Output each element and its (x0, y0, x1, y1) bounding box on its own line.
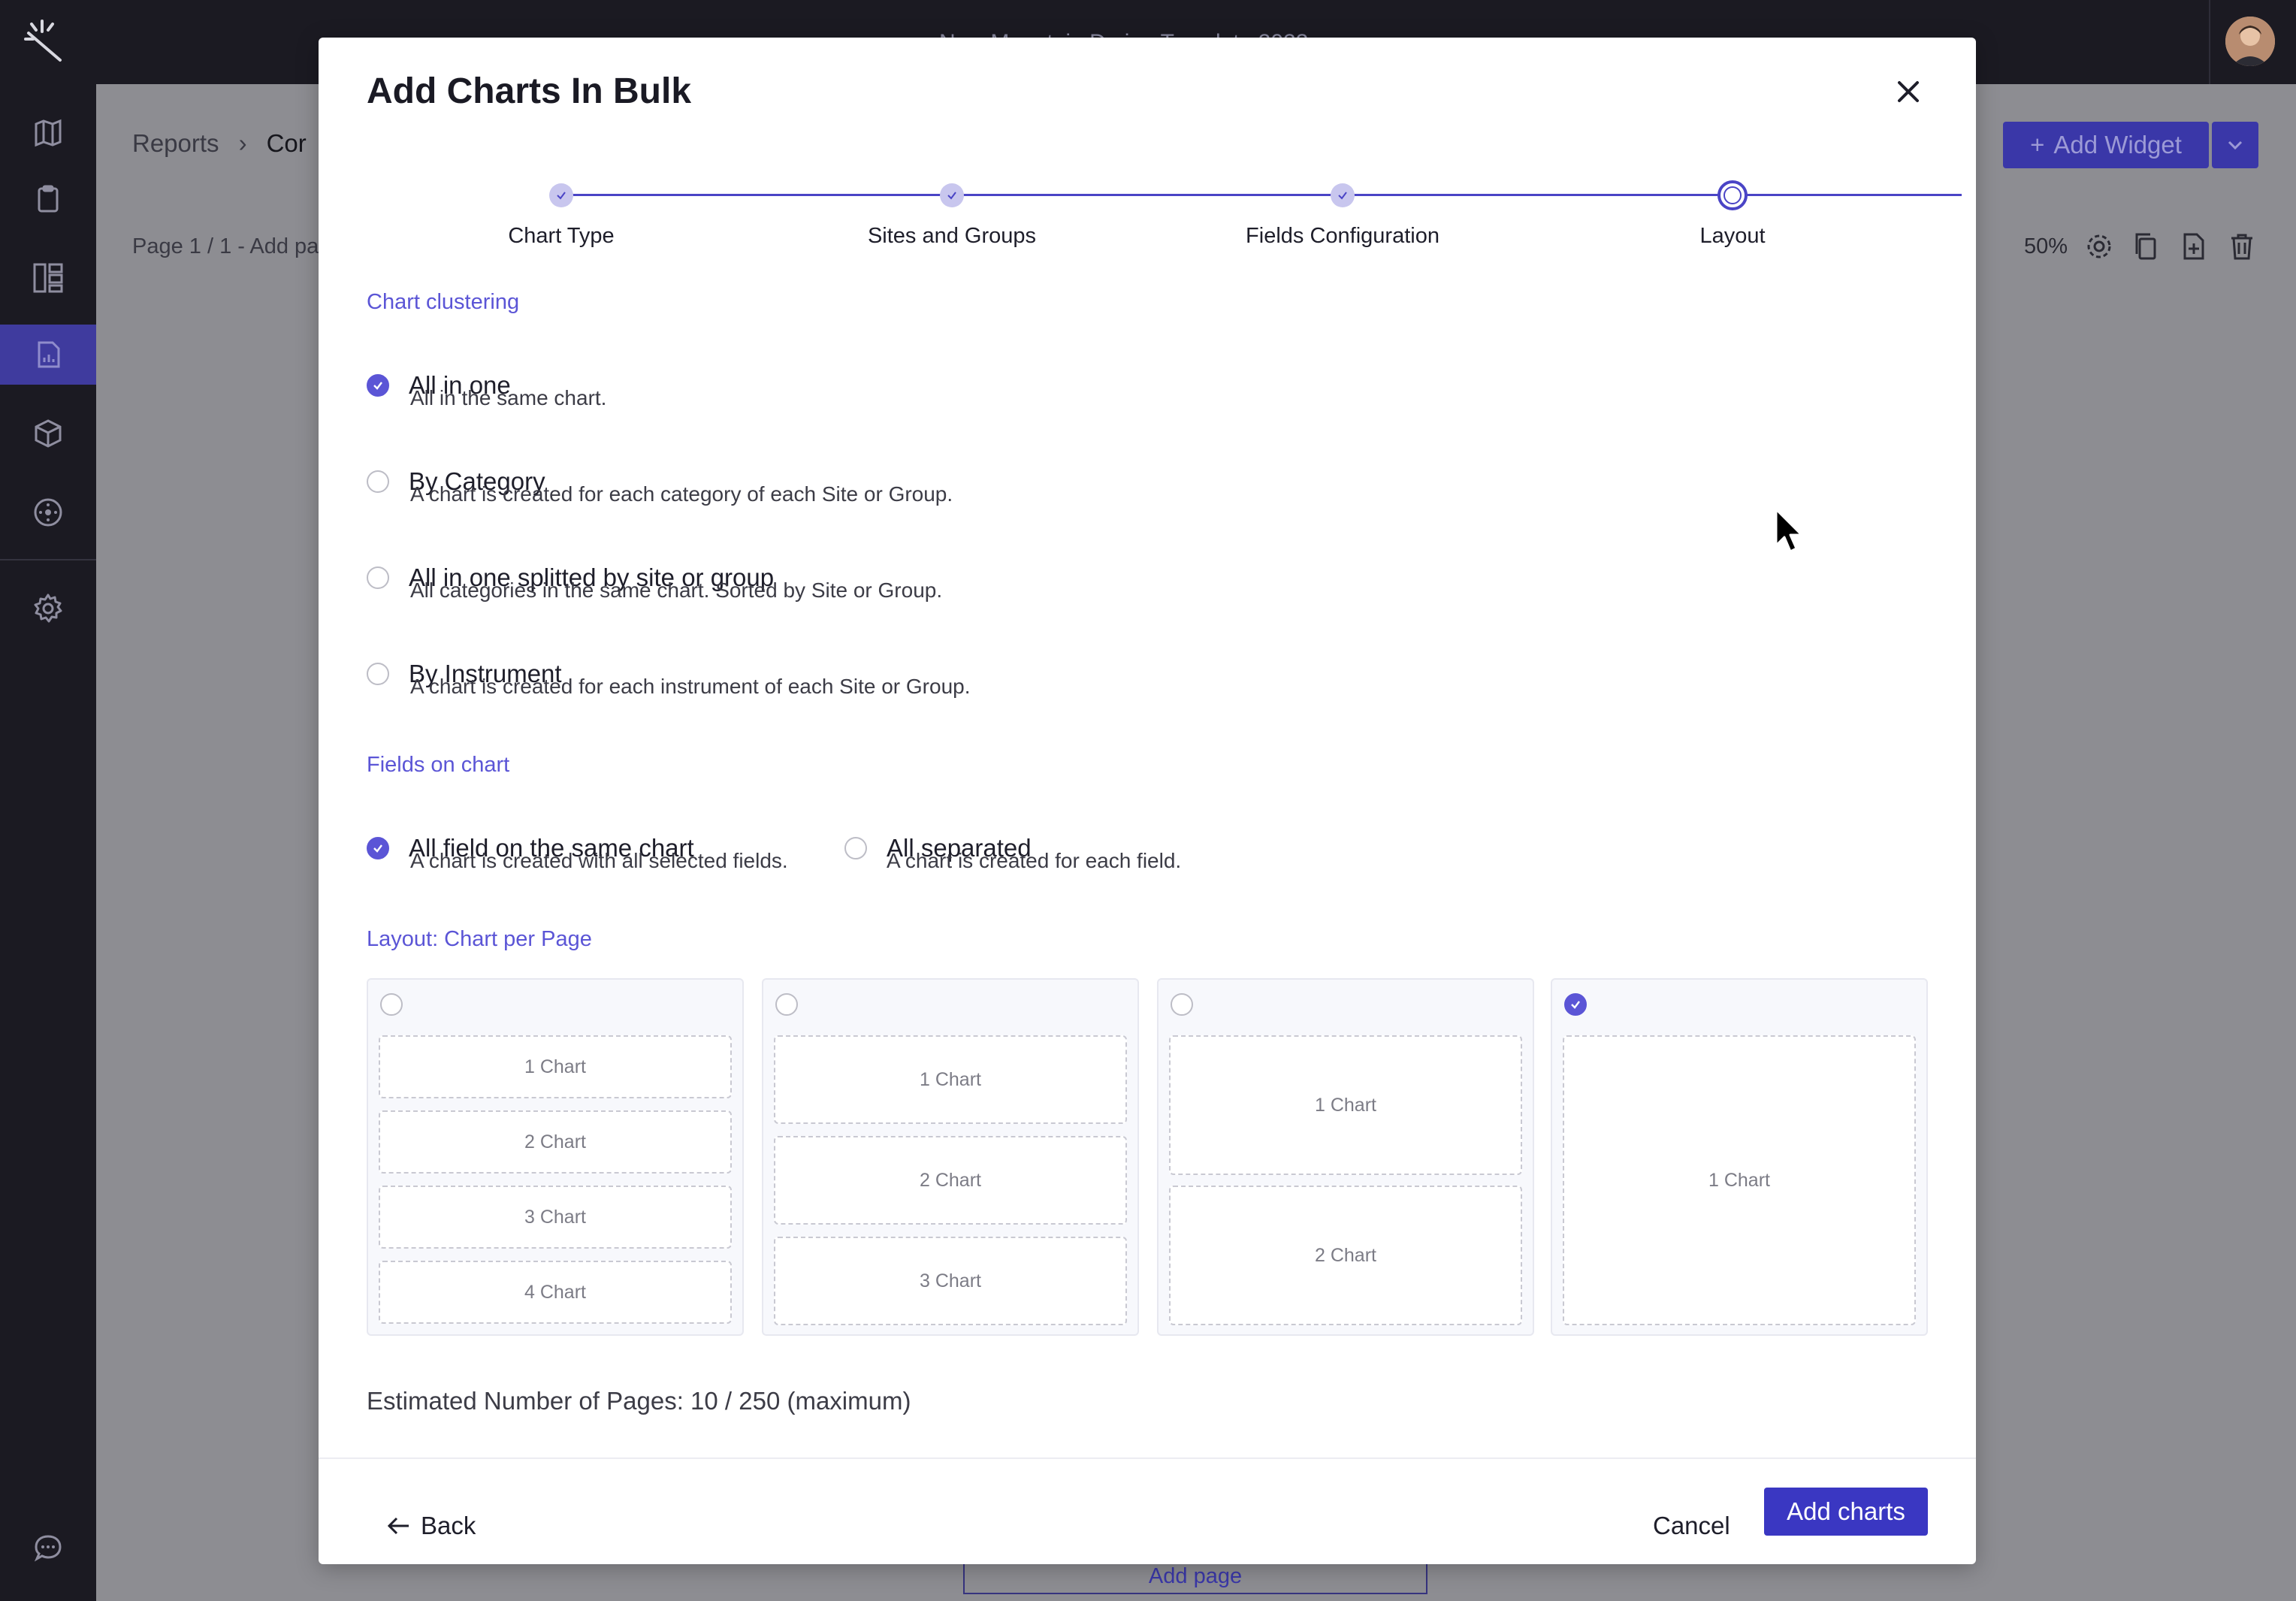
add-widget-button[interactable]: + Add Widget (2003, 122, 2209, 168)
cancel-button[interactable]: Cancel (1653, 1512, 1730, 1540)
sidebar-item-clipboard[interactable] (0, 169, 96, 229)
radio-unchecked-icon[interactable] (367, 663, 389, 685)
sidebar-item-dashboard[interactable] (0, 248, 96, 308)
chart-slot: 2 Chart (379, 1110, 732, 1174)
radio-unchecked-icon[interactable] (380, 993, 403, 1016)
option-description: All in the same chart. (410, 386, 607, 409)
arrow-left-icon (387, 1517, 409, 1535)
step-chart-type-check-icon[interactable] (549, 183, 573, 207)
page-info: Page 1 / 1 - Add pa (132, 234, 319, 258)
option-description: All categories in the same chart. Sorted… (410, 578, 943, 602)
estimated-pages: Estimated Number of Pages: 10 / 250 (max… (367, 1387, 911, 1415)
step-fields-check-icon[interactable] (1331, 183, 1355, 207)
chart-slot: 2 Chart (1169, 1186, 1522, 1325)
step-label-chart-type[interactable]: Chart Type (508, 224, 614, 249)
chart-slot: 4 Chart (379, 1261, 732, 1324)
user-menu[interactable] (2209, 0, 2296, 84)
plus-icon: + (2030, 131, 2045, 159)
radio-unchecked-icon[interactable] (367, 566, 389, 589)
add-charts-button[interactable]: Add charts (1764, 1488, 1928, 1536)
stepper: Chart Type Sites and Groups Fields Confi… (319, 38, 1976, 263)
copy-icon[interactable] (2131, 231, 2161, 261)
radio-unchecked-icon[interactable] (775, 993, 798, 1016)
report-icon (38, 341, 60, 368)
radio-unchecked-icon[interactable] (367, 470, 389, 493)
layout-title: Layout: Chart per Page (367, 927, 592, 951)
option-description: A chart is created for each instrument o… (410, 675, 971, 698)
radio-checked-icon[interactable] (367, 374, 389, 397)
chart-clustering-title: Chart clustering (367, 290, 520, 314)
avatar[interactable] (2225, 17, 2275, 66)
clipboard-icon (38, 185, 59, 213)
dashboard-icon (33, 263, 63, 293)
back-label: Back (421, 1512, 476, 1539)
gear-icon (34, 594, 62, 623)
sidebar-item-inventory[interactable] (0, 403, 96, 464)
sidebar-item-devices[interactable] (0, 482, 96, 542)
add-file-icon[interactable] (2179, 231, 2209, 261)
breadcrumb-root[interactable]: Reports (132, 129, 219, 157)
chevron-right-icon: › (238, 129, 247, 157)
sidebar (0, 84, 96, 1601)
box-icon (35, 419, 62, 448)
option-description: A chart is created for each field. (887, 849, 1182, 872)
step-label-layout: Layout (1699, 224, 1766, 248)
sidebar-item-reports[interactable] (0, 325, 96, 385)
chart-slot: 3 Chart (379, 1186, 732, 1249)
step-sites-check-icon[interactable] (940, 183, 964, 207)
sidebar-item-chat[interactable] (0, 1518, 96, 1578)
add-widget-label: Add Widget (2053, 131, 2182, 159)
layout-card-2-charts[interactable]: 1 Chart 2 Chart (1157, 978, 1534, 1336)
breadcrumb: Reports › Cor (132, 129, 307, 158)
radio-checked-icon[interactable] (367, 837, 389, 859)
sensor-icon (34, 498, 62, 527)
sidebar-item-map[interactable] (0, 103, 96, 163)
stepper-track (561, 194, 1962, 196)
add-charts-modal: Add Charts In Bulk Chart Type Sites and … (319, 38, 1976, 1564)
fields-on-chart-title: Fields on chart (367, 753, 510, 777)
chart-slot: 1 Chart (774, 1035, 1127, 1124)
chart-slot: 1 Chart (1563, 1035, 1916, 1325)
chat-icon (34, 1535, 62, 1562)
step-label-fields-config[interactable]: Fields Configuration (1246, 224, 1440, 249)
layout-card-3-charts[interactable]: 1 Chart 2 Chart 3 Chart (762, 978, 1139, 1336)
chart-slot: 3 Chart (774, 1237, 1127, 1325)
footer-divider (319, 1458, 1976, 1459)
breadcrumb-current: Cor (266, 129, 307, 157)
chart-slot: 1 Chart (379, 1035, 732, 1098)
map-icon (35, 119, 62, 147)
gear-icon[interactable] (2084, 231, 2114, 261)
chevron-down-icon (2228, 140, 2243, 150)
layout-card-1-chart[interactable]: 1 Chart (1551, 978, 1928, 1336)
radio-unchecked-icon[interactable] (844, 837, 867, 859)
zoom-level[interactable]: 50% (2024, 234, 2068, 259)
step-layout-current-icon (1717, 180, 1748, 210)
trash-icon[interactable] (2227, 231, 2257, 261)
chart-slot: 1 Chart (1169, 1035, 1522, 1175)
back-button[interactable]: Back (386, 1512, 476, 1540)
option-description: A chart is created for each category of … (410, 482, 953, 506)
radio-checked-icon[interactable] (1564, 993, 1587, 1016)
sidebar-item-settings[interactable] (0, 578, 96, 639)
sidebar-divider (0, 559, 96, 560)
layout-card-4-charts[interactable]: 1 Chart 2 Chart 3 Chart 4 Chart (367, 978, 744, 1336)
add-page-button[interactable]: Add page (963, 1561, 1427, 1594)
chart-slot: 2 Chart (774, 1136, 1127, 1225)
mouse-pointer-icon (1775, 508, 1803, 553)
add-widget-dropdown-button[interactable] (2212, 122, 2258, 168)
step-label-sites-groups[interactable]: Sites and Groups (868, 224, 1036, 249)
radio-unchecked-icon[interactable] (1171, 993, 1193, 1016)
option-description: A chart is created with all selected fie… (410, 849, 788, 872)
app-logo-icon[interactable] (21, 17, 69, 65)
